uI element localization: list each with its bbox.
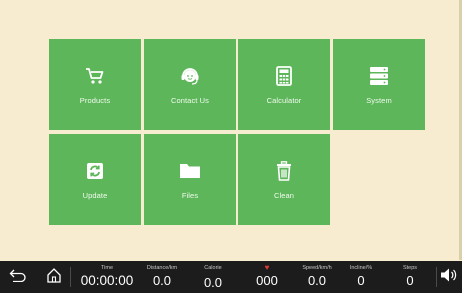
heart-icon: ♥ <box>264 263 270 272</box>
metric-value: 0.0 <box>152 273 172 288</box>
metric-label: Speed/km/h <box>302 265 332 271</box>
folder-icon <box>178 159 202 183</box>
bottom-status-bar: Time 00:00:00 Distance/km 0.0 Calorie 0.… <box>0 261 462 293</box>
metric-calorie: Calorie 0.0 <box>192 264 234 291</box>
metric-speed: Speed/km/h 0.0 <box>294 264 340 289</box>
home-button[interactable] <box>42 265 66 289</box>
refresh-icon <box>83 159 107 183</box>
metric-value: 0 <box>406 273 414 288</box>
metric-value: 000 <box>256 273 278 288</box>
metric-value: 0 <box>357 273 365 288</box>
volume-icon <box>440 267 458 288</box>
home-screen: Products Contact Us Calculator System Up… <box>0 0 462 293</box>
metric-label: Steps <box>402 265 418 271</box>
metric-label: Calorie <box>204 265 222 271</box>
tile-system[interactable]: System <box>333 39 425 130</box>
metric-label: Incline/% <box>349 265 373 271</box>
metric-time: Time 00:00:00 <box>76 264 138 289</box>
volume-button[interactable] <box>437 265 461 289</box>
back-button[interactable] <box>6 265 30 289</box>
metric-value: 00:00:00 <box>80 273 134 288</box>
tile-label: Files <box>181 191 199 200</box>
metric-value: 0.0 <box>203 275 223 290</box>
tile-calculator[interactable]: Calculator <box>238 39 330 130</box>
tile-clean[interactable]: Clean <box>238 134 330 225</box>
calculator-icon <box>272 64 296 88</box>
tile-update[interactable]: Update <box>49 134 141 225</box>
server-stack-icon <box>367 64 391 88</box>
metric-steps: Steps 0 <box>392 264 428 289</box>
metric-incline: Incline/% 0 <box>342 264 380 289</box>
metric-label: Time <box>100 265 114 271</box>
headset-support-icon <box>178 64 202 88</box>
tile-files[interactable]: Files <box>144 134 236 225</box>
home-icon <box>46 267 62 288</box>
divider <box>70 267 71 287</box>
tile-label: Products <box>79 96 111 105</box>
shopping-cart-icon <box>83 64 107 88</box>
tile-contact-us[interactable]: Contact Us <box>144 39 236 130</box>
tile-label: Clean <box>273 191 295 200</box>
tile-label: Update <box>82 191 108 200</box>
back-icon <box>9 268 27 287</box>
metric-label: Distance/km <box>146 265 178 271</box>
trash-icon <box>272 159 296 183</box>
tile-label: Calculator <box>266 96 302 105</box>
tile-label: Contact Us <box>170 96 210 105</box>
tile-products[interactable]: Products <box>49 39 141 130</box>
metric-value: 0.0 <box>307 273 327 288</box>
metric-distance: Distance/km 0.0 <box>140 264 184 289</box>
tile-label: System <box>366 96 392 105</box>
metric-heart-rate: ♥ 000 <box>246 264 288 289</box>
